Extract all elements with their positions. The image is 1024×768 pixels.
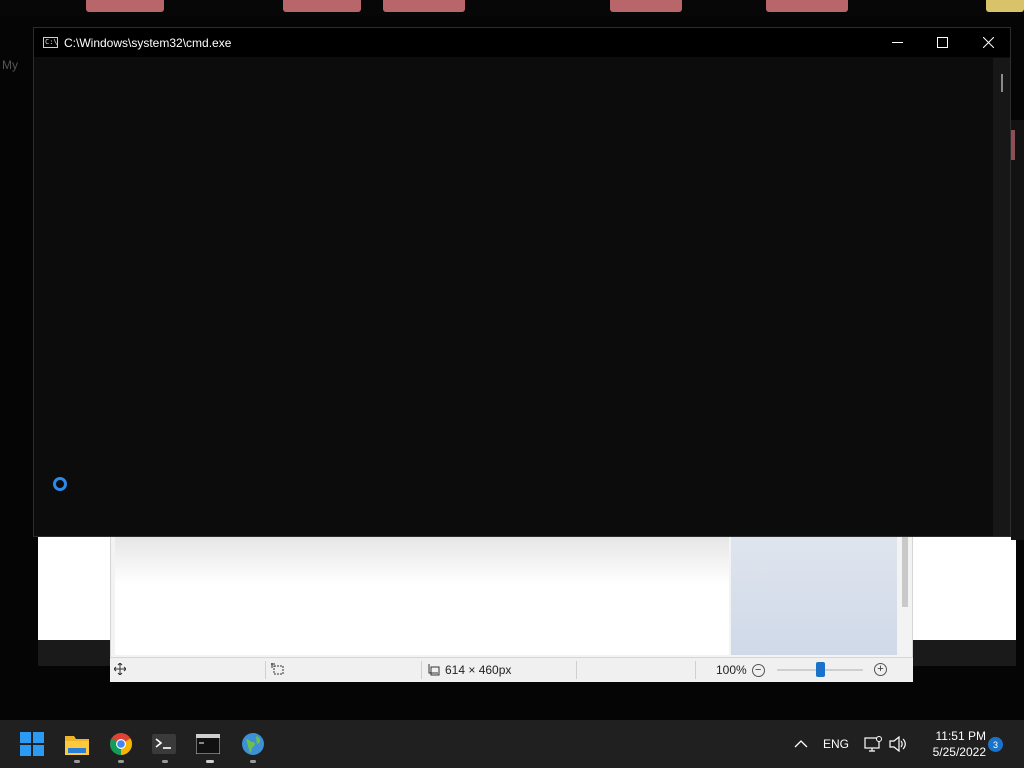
notification-badge[interactable]: 3 <box>988 737 1003 752</box>
window-title: C:\Windows\system32\cmd.exe <box>64 35 232 50</box>
running-indicator <box>118 760 124 763</box>
zoom-slider-thumb[interactable] <box>816 662 825 677</box>
volume-button[interactable] <box>889 720 907 768</box>
active-indicator <box>206 760 214 763</box>
image-size-icon <box>428 664 440 676</box>
zoom-out-button[interactable]: − <box>751 663 765 677</box>
background-tile <box>610 0 682 12</box>
zoom-control: 100% − <box>716 663 765 677</box>
clock[interactable]: 11:51 PM 5/25/2022 <box>912 728 986 760</box>
maximize-button[interactable] <box>919 28 965 57</box>
minimize-icon <box>891 42 903 43</box>
network-globe-icon <box>242 733 264 755</box>
file-explorer-icon <box>65 736 89 755</box>
selection-icon <box>271 663 284 675</box>
clock-time: 11:51 PM <box>935 729 986 743</box>
language-text: ENG <box>823 737 850 751</box>
taskbar: ENG 11:51 PM 5/25/2022 <box>0 720 1024 768</box>
status-separator <box>576 661 577 679</box>
selection-size <box>271 663 284 675</box>
cmd-icon: C:\ <box>43 37 58 48</box>
move-cursor-icon <box>114 663 126 675</box>
busy-cursor-icon <box>53 477 67 491</box>
chrome-icon <box>110 733 132 755</box>
status-separator <box>695 661 696 679</box>
cmd-scrollbar-thumb[interactable] <box>1001 74 1003 92</box>
background-tile <box>986 0 1024 12</box>
zoom-in-button[interactable]: + <box>874 663 887 676</box>
taskbar-file-explorer[interactable] <box>65 732 89 756</box>
background-edge-accent <box>1011 130 1015 160</box>
cmd-title-bar[interactable]: C:\ C:\Windows\system32\cmd.exe <box>34 28 1010 57</box>
taskbar-chrome[interactable] <box>109 732 133 756</box>
paint-scrollbar[interactable] <box>902 537 908 607</box>
network-button[interactable] <box>864 720 882 768</box>
cmd-window[interactable]: C:\ C:\Windows\system32\cmd.exe <box>33 27 1011 537</box>
volume-icon <box>889 736 906 752</box>
background-text: My <box>2 58 18 72</box>
start-button[interactable] <box>20 732 44 756</box>
terminal-icon <box>152 734 176 754</box>
close-icon <box>982 37 994 48</box>
start-icon <box>20 732 44 756</box>
paint-side-panel <box>731 537 897 655</box>
background-strip <box>0 0 1024 16</box>
status-separator <box>265 661 266 679</box>
cmd-icon <box>196 734 220 754</box>
cmd-scrollbar[interactable] <box>993 58 1010 536</box>
running-indicator <box>74 760 80 763</box>
language-indicator[interactable]: ENG <box>823 720 849 768</box>
image-size: 614 × 460px <box>428 663 511 677</box>
paint-canvas[interactable] <box>115 537 729 655</box>
background-edge <box>1011 120 1024 540</box>
minimize-button[interactable] <box>874 28 920 57</box>
background-tile <box>86 0 164 12</box>
close-button[interactable] <box>965 28 1011 57</box>
taskbar-terminal[interactable] <box>152 732 176 756</box>
taskbar-network-app[interactable] <box>241 732 265 756</box>
zoom-in-area: + <box>874 663 887 676</box>
background-tile <box>766 0 848 12</box>
paint-status-bar: 614 × 460px 100% − + <box>110 657 913 682</box>
background-tile <box>283 0 361 12</box>
show-hidden-icons-button[interactable] <box>794 720 808 768</box>
image-size-text: 614 × 460px <box>445 663 512 677</box>
running-indicator <box>162 760 168 763</box>
running-indicator <box>250 760 256 763</box>
status-separator <box>421 661 422 679</box>
taskbar-cmd[interactable] <box>196 732 220 756</box>
chevron-up-icon <box>794 740 808 748</box>
maximize-icon <box>936 37 948 48</box>
cursor-position <box>114 663 126 675</box>
zoom-level-text: 100% <box>716 663 747 677</box>
network-icon <box>864 736 882 752</box>
clock-date: 5/25/2022 <box>932 745 986 759</box>
background-tile <box>383 0 465 12</box>
